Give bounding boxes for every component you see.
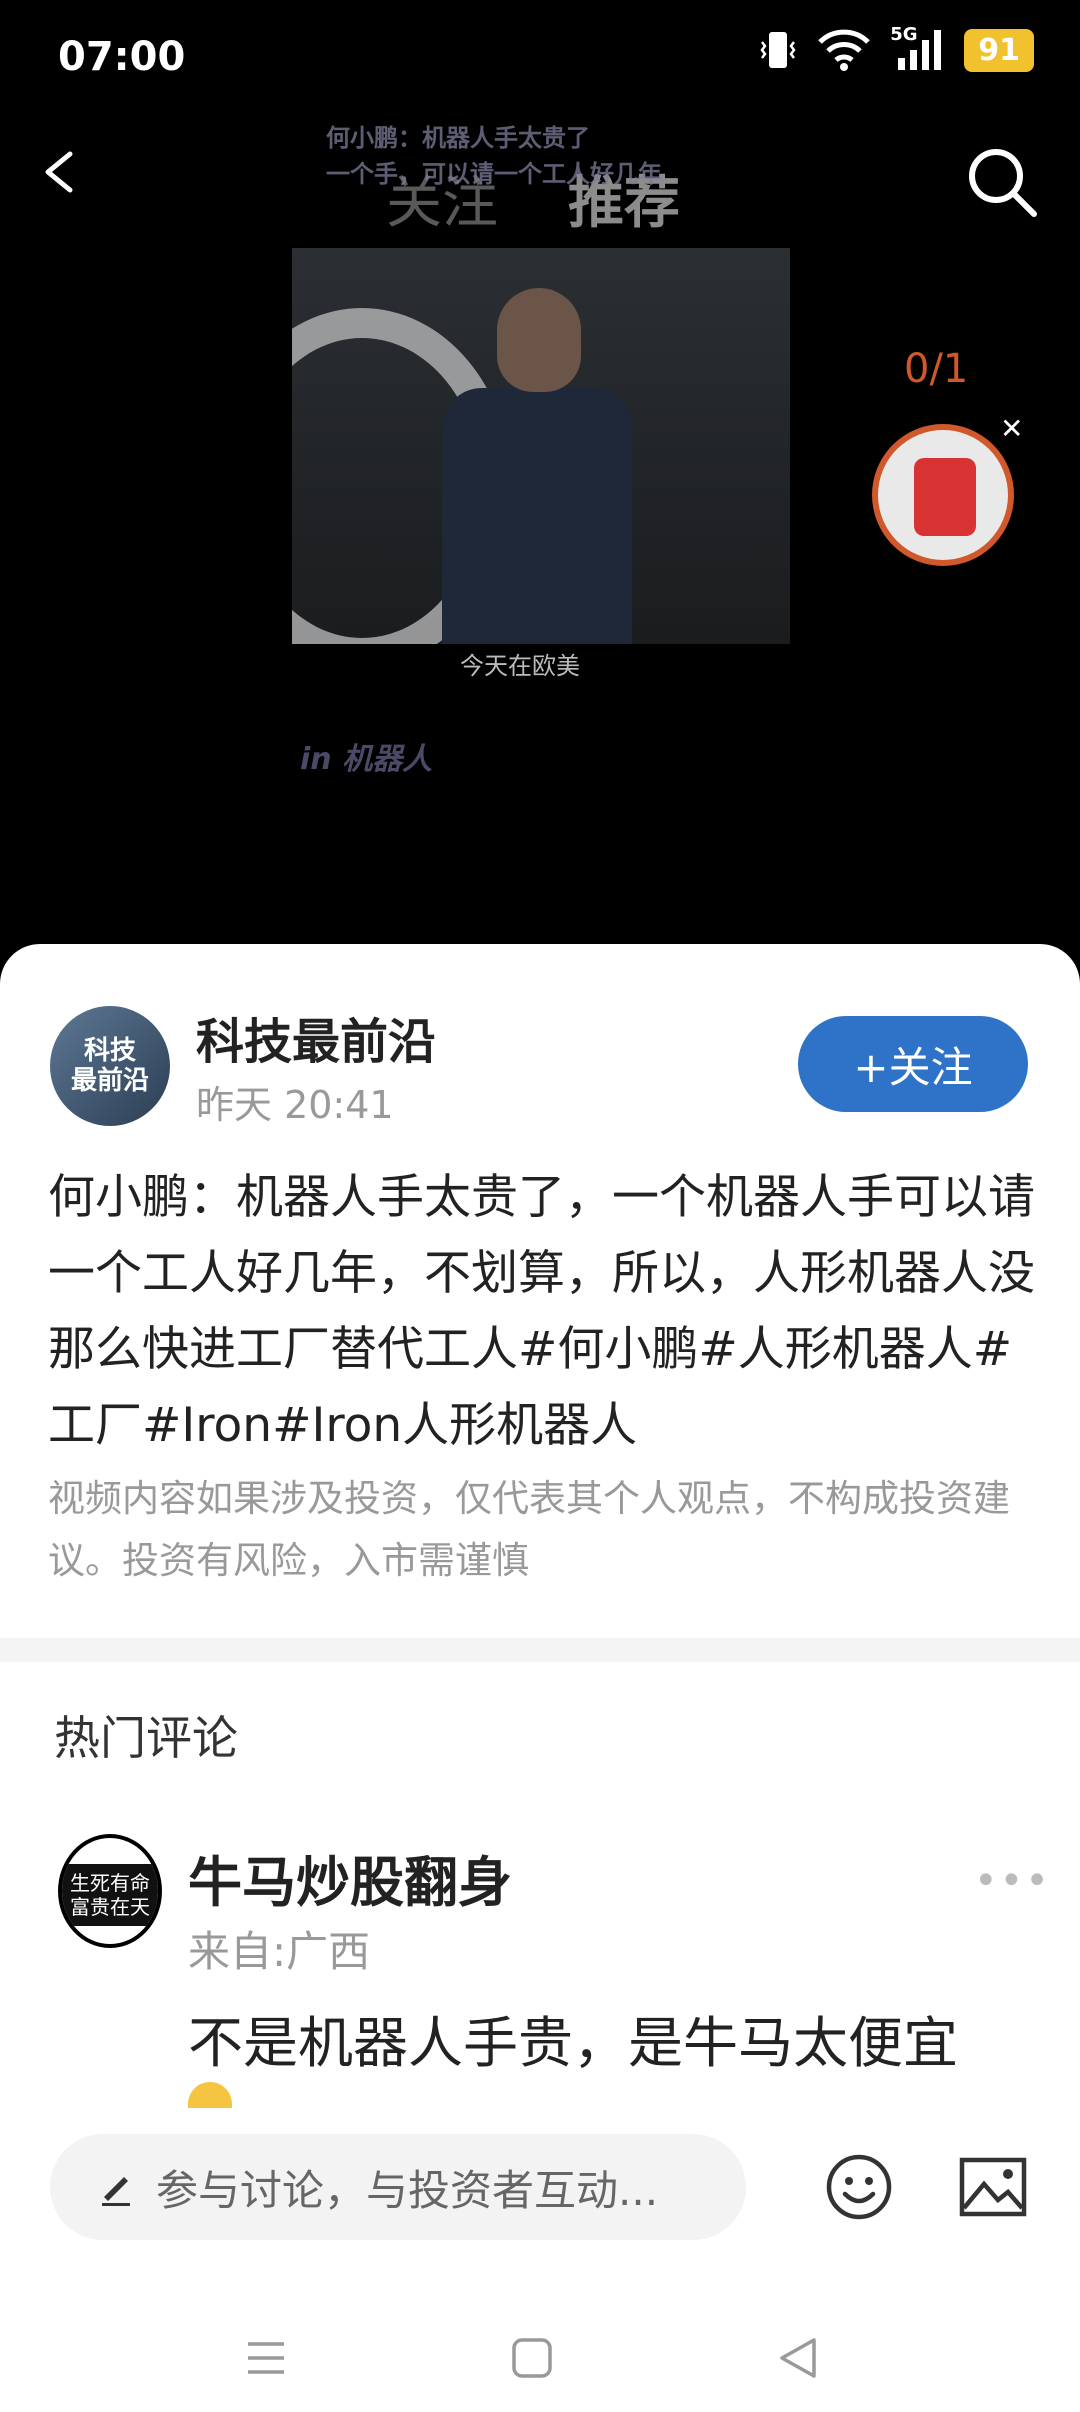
- image-icon[interactable]: [958, 2156, 1028, 2218]
- red-packet-icon: [914, 458, 976, 536]
- wifi-icon: [818, 29, 871, 71]
- commenter-avatar[interactable]: 生死有命 富贵在天: [58, 1834, 162, 1948]
- commenter-avatar-text: 生死有命 富贵在天: [62, 1864, 158, 1926]
- battery-indicator: 91: [964, 28, 1034, 72]
- status-time: 07:00: [58, 34, 186, 80]
- author-name[interactable]: 科技最前沿: [196, 1002, 436, 1072]
- author-avatar[interactable]: 科技 最前沿: [50, 1006, 170, 1126]
- home-icon[interactable]: [510, 2336, 554, 2380]
- close-icon[interactable]: ✕: [1000, 412, 1023, 445]
- more-options-icon[interactable]: •••: [974, 1858, 1051, 1904]
- cellular-icon: 5G: [890, 24, 946, 72]
- hot-comments-title: 热门评论: [54, 1711, 238, 1765]
- post-text: 何小鹏：机器人手太贵了，一个机器人手可以请一个工人好几年，不划算，所以，人形机器…: [48, 1170, 1035, 1453]
- comment-text: 不是机器人手贵，是牛马太便宜: [188, 2011, 959, 2075]
- menu-icon[interactable]: [244, 2336, 288, 2380]
- reward-counter: 0/1: [904, 346, 969, 392]
- back-icon[interactable]: [38, 150, 82, 194]
- video-player[interactable]: [292, 248, 790, 644]
- video-watermark: in 机器人: [300, 742, 433, 777]
- follow-button[interactable]: +关注: [798, 1016, 1028, 1112]
- video-subtitle: 今天在欧美: [460, 652, 580, 680]
- red-packet-button[interactable]: [872, 424, 1014, 566]
- search-icon[interactable]: [962, 142, 1042, 222]
- comment-input-placeholder: 参与讨论，与投资者互动...: [156, 2165, 659, 2215]
- speaker-head: [497, 288, 581, 392]
- speaker-body: [442, 388, 632, 644]
- post-time: 昨天 20:41: [196, 1083, 394, 1127]
- emoji-icon[interactable]: [824, 2152, 894, 2222]
- status-icons: 5G 91: [758, 24, 1034, 72]
- commenter-location: 来自:广西: [188, 1927, 371, 1976]
- commenter-name[interactable]: 牛马炒股翻身: [188, 1838, 512, 1917]
- pencil-icon: [102, 2177, 130, 2206]
- vibrate-icon: [760, 32, 796, 68]
- back-nav-icon[interactable]: [776, 2336, 820, 2380]
- video-overlay-title: 何小鹏：机器人手太贵了 一个手，可以请一个工人好几年: [326, 124, 662, 188]
- comment-input[interactable]: 参与讨论，与投资者互动...: [50, 2134, 746, 2240]
- section-divider: [0, 1638, 1080, 1662]
- investment-disclaimer: 视频内容如果涉及投资，仅代表其个人观点，不构成投资建议。投资有风险，入市需谨慎: [48, 1477, 1010, 1582]
